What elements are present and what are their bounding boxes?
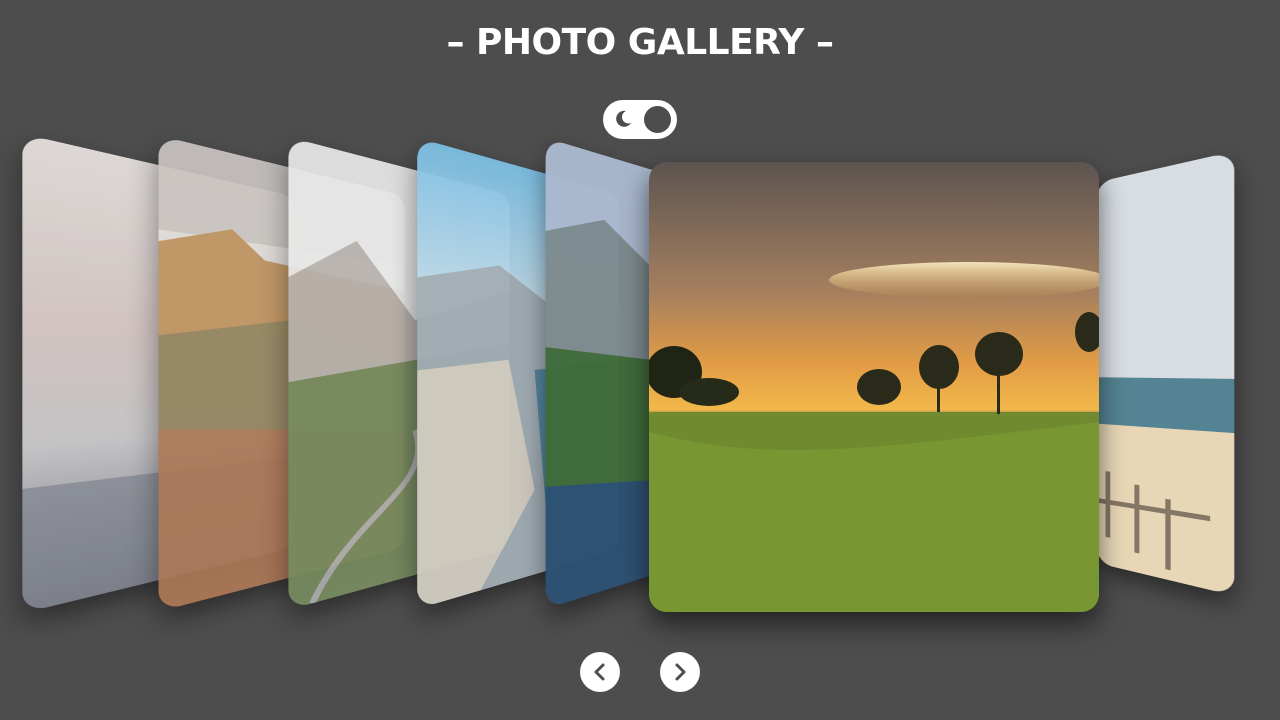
beach-pier-slide[interactable] (1096, 151, 1235, 596)
sunset-meadow-slide[interactable] (649, 162, 1099, 612)
chevron-left-icon (594, 663, 605, 681)
next-button[interactable] (660, 652, 700, 692)
chevron-right-icon (675, 663, 686, 681)
prev-button[interactable] (580, 652, 620, 692)
gallery-carousel (0, 0, 1280, 720)
